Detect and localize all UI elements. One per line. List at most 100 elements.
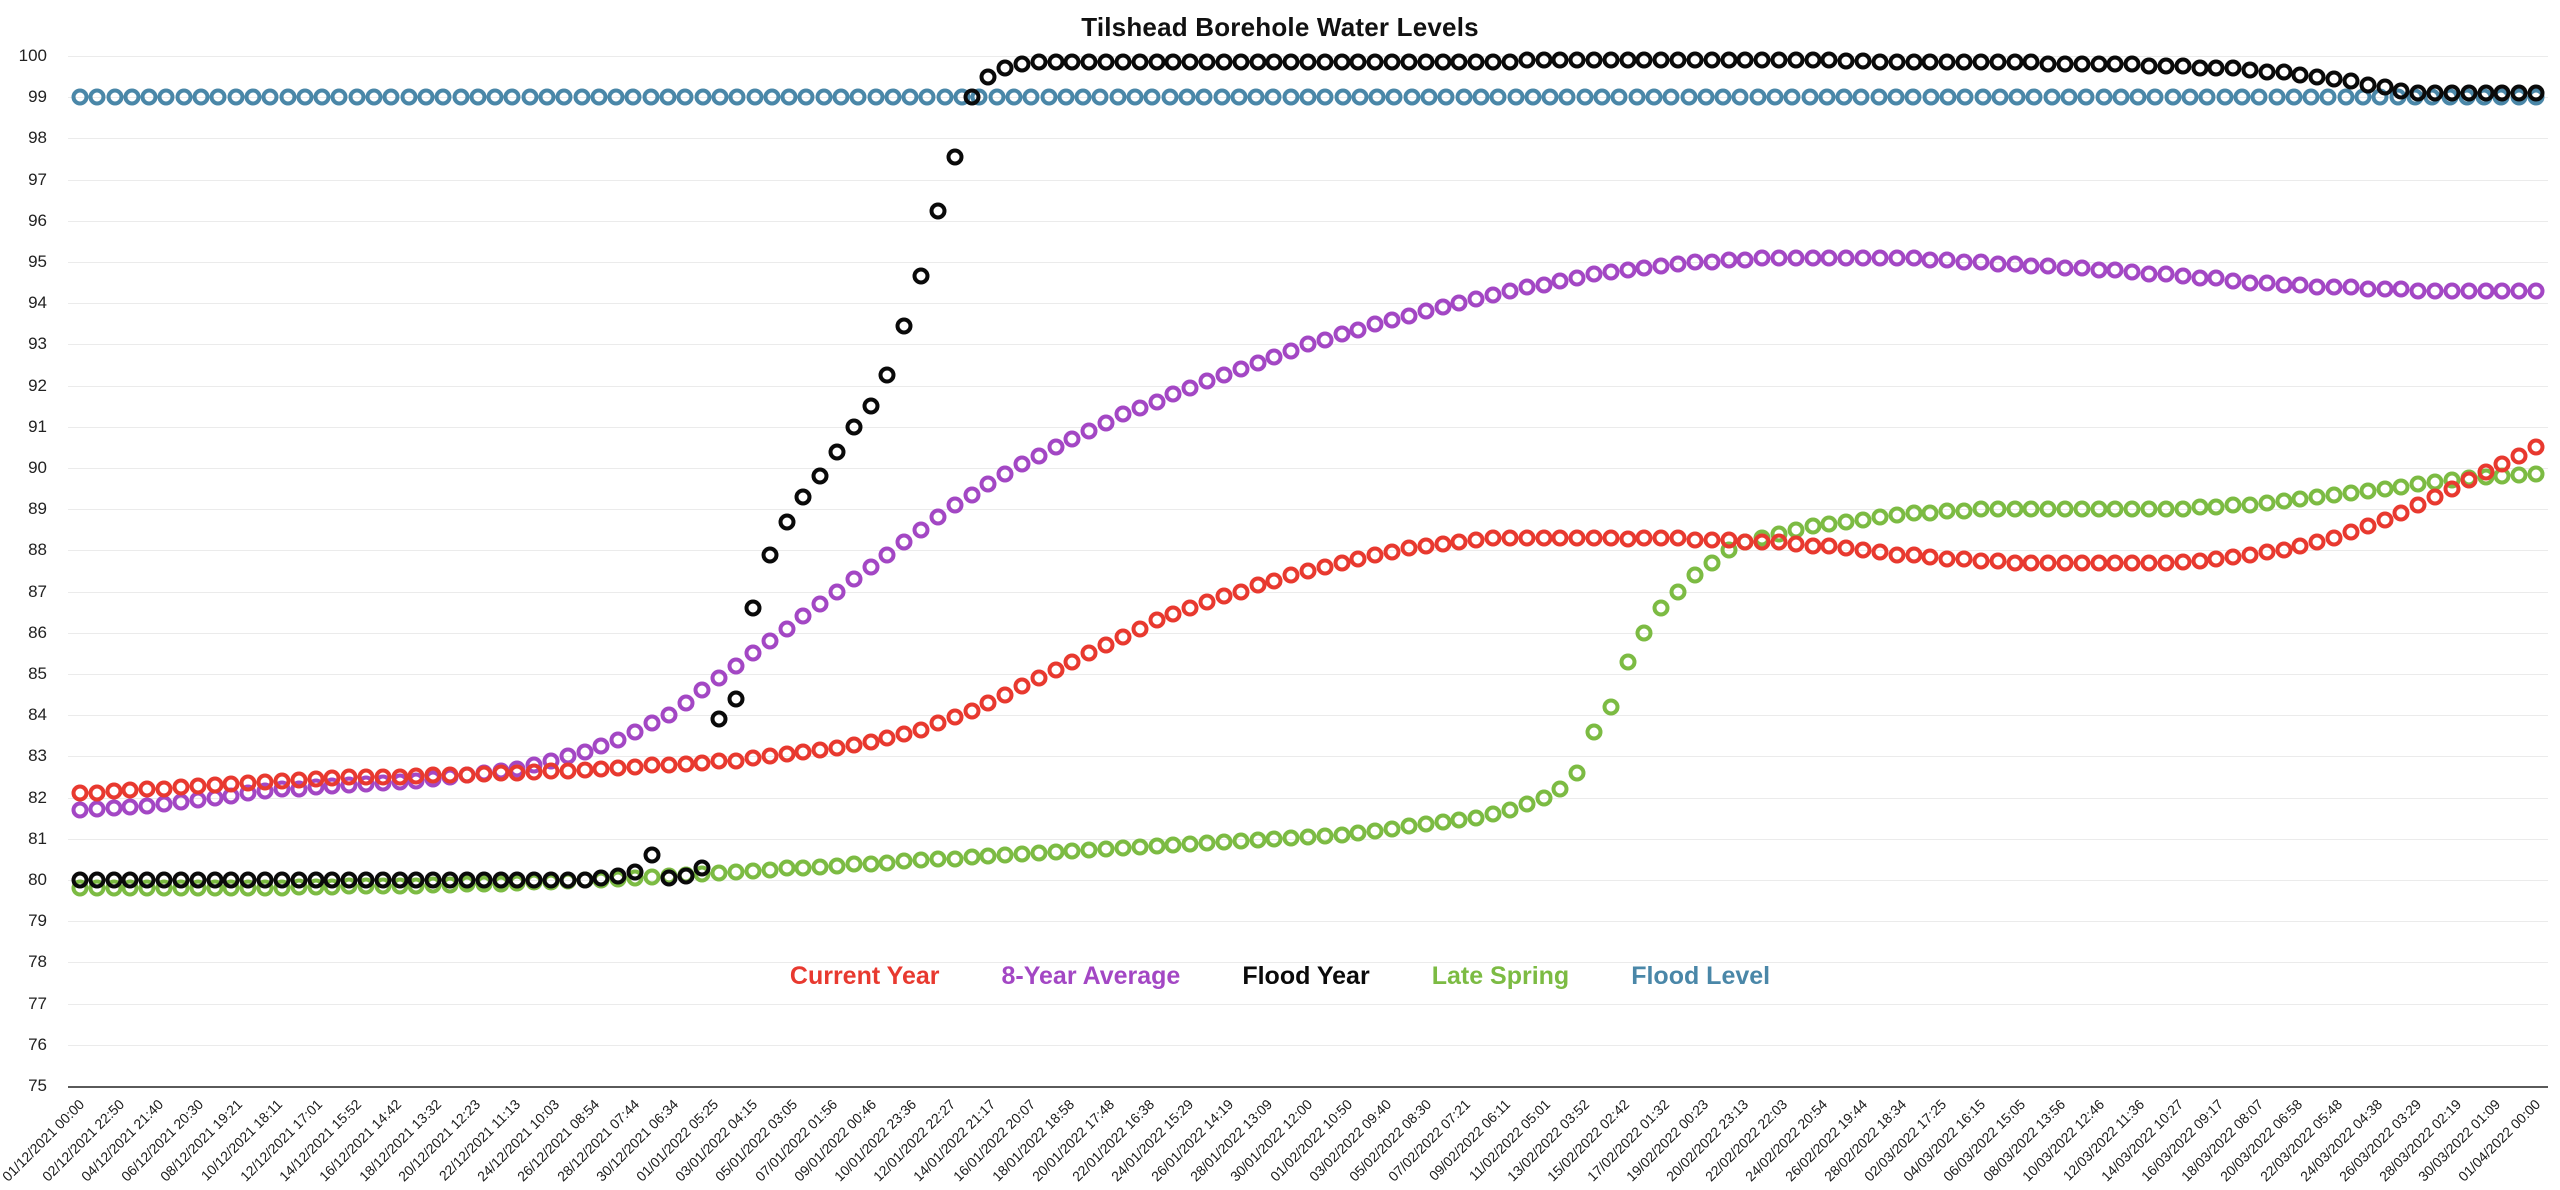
y-axis-tick-label: 78 [28,952,47,972]
y-axis-tick-label: 80 [28,870,47,889]
data-point [963,88,981,106]
data-point [2191,59,2209,77]
data-point [744,599,762,617]
data-point [626,863,644,881]
data-point [1299,53,1317,71]
data-point [1249,53,1267,71]
data-point [576,871,594,889]
y-axis-tick-label: 88 [28,540,47,560]
data-point [1063,53,1081,71]
y-axis-tick-label: 85 [28,664,47,683]
data-point [2123,55,2141,73]
data-point [1905,53,1923,71]
data-point [1736,51,1754,69]
y-axis-tick-label: 99 [28,87,47,107]
y-axis-tick-label: 84 [28,705,47,725]
data-point [458,871,476,889]
data-point [492,871,510,889]
data-point [559,871,577,889]
data-point [1837,52,1855,70]
data-point [1484,53,1502,71]
data-point [374,871,392,889]
data-point [1703,51,1721,69]
data-point [340,871,358,889]
data-point [1047,53,1065,71]
y-axis-tick-label: 89 [28,499,47,519]
data-point [1164,53,1182,71]
data-point [2527,84,2545,102]
data-point [929,202,947,219]
data-point [1400,53,1418,71]
data-point [1030,53,1048,71]
y-axis-tick-label: 83 [28,746,47,766]
data-point [307,871,324,889]
data-point [592,869,610,887]
data-point [2039,55,2057,73]
data-point [2073,55,2091,73]
data-point [1652,51,1670,69]
data-point [2477,84,2495,102]
data-point [1417,53,1435,71]
data-point [1635,51,1653,69]
data-point [2359,76,2377,94]
data-point [391,871,409,889]
data-point [2409,84,2427,102]
data-point [1080,53,1098,71]
y-axis-tick-label: 93 [28,334,47,354]
data-point [1854,52,1872,70]
data-point [1551,51,1569,69]
data-point [1518,51,1536,69]
data-point [2291,66,2309,84]
y-axis-tick-label: 76 [28,1034,47,1054]
data-point [105,871,123,889]
x-axis-line [68,1086,2548,1088]
data-point [946,148,964,166]
data-point [1804,51,1822,69]
data-point [2392,82,2410,100]
data-point [862,397,880,415]
data-point [172,871,190,889]
y-axis-tick-label: 98 [28,128,47,148]
data-point [727,690,745,708]
data-point [1434,53,1452,71]
data-point [2022,53,2040,71]
data-point [1198,53,1216,71]
data-point [912,267,930,285]
data-point [778,513,796,531]
data-point [1097,53,1115,71]
data-point [424,871,442,889]
data-point [1619,51,1637,69]
data-point [1787,51,1805,69]
y-axis-tick-label: 87 [28,581,47,601]
data-point [121,871,139,889]
data-point [508,871,526,889]
data-point [996,59,1014,77]
data-point [794,488,812,506]
data-point [660,869,678,887]
data-point [1501,53,1519,71]
data-point [357,871,375,889]
data-point [1265,53,1283,71]
y-axis-tick-label: 96 [28,210,47,230]
data-point [2056,55,2074,73]
data-point [1921,53,1939,71]
data-point [2106,55,2124,73]
data-point [1535,51,1552,69]
data-point [643,846,661,864]
data-point [878,366,896,384]
data-point [1753,51,1771,69]
data-point [2275,63,2293,81]
data-point [407,871,425,889]
data-point [2325,70,2343,88]
data-point [1013,55,1031,73]
data-point [1349,53,1367,71]
data-point [290,871,308,889]
data-point [2460,84,2478,102]
data-point [2090,55,2108,73]
data-point [1450,53,1468,71]
data-point [895,317,913,335]
data-point [138,871,156,889]
data-point [256,871,274,889]
data-point [273,871,291,889]
y-axis-tick-label: 82 [28,787,47,807]
